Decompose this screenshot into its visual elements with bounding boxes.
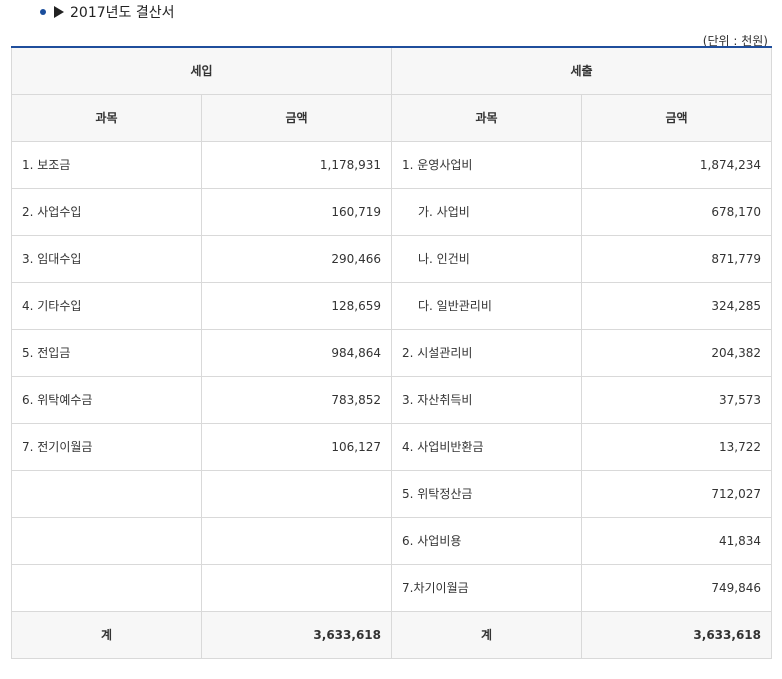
- expense-item: 3. 자산취득비: [391, 375, 582, 424]
- expense-subject-header: 과목: [391, 93, 582, 142]
- expense-item: 5. 위탁정산금: [391, 469, 582, 518]
- expense-amount: 41,834: [581, 516, 772, 565]
- table-row: 5. 전입금 984,864 2. 시설관리비 204,382: [11, 328, 772, 377]
- table-row: 6. 위탁예수금 783,852 3. 자산취득비 37,573: [11, 375, 772, 424]
- income-item: [11, 469, 202, 518]
- expense-item: 2. 시설관리비: [391, 328, 582, 377]
- expense-item: 6. 사업비용: [391, 516, 582, 565]
- expense-item: 나. 인건비: [391, 234, 582, 283]
- expense-item: 7.차기이월금: [391, 563, 582, 612]
- income-item: 4. 기타수입: [11, 281, 202, 330]
- expense-item: 가. 사업비: [391, 187, 582, 236]
- table-row: 7. 전기이월금 106,127 4. 사업비반환금 13,722: [11, 422, 772, 471]
- expense-amount: 37,573: [581, 375, 772, 424]
- expense-total-label: 계: [391, 610, 582, 659]
- income-total-label: 계: [11, 610, 202, 659]
- expense-item: 4. 사업비반환금: [391, 422, 582, 471]
- expense-amount: 1,874,234: [581, 140, 772, 189]
- table-row: 5. 위탁정산금 712,027: [11, 469, 772, 518]
- income-header: 세입: [11, 46, 392, 95]
- table-row: 6. 사업비용 41,834: [11, 516, 772, 565]
- income-amount: 984,864: [201, 328, 392, 377]
- income-amount: [201, 563, 392, 612]
- income-item: 2. 사업수입: [11, 187, 202, 236]
- income-item: [11, 516, 202, 565]
- income-total-amount: 3,633,618: [201, 610, 392, 659]
- table-subheader-row: 과목 금액 과목 금액: [11, 93, 772, 142]
- expense-amount: 712,027: [581, 469, 772, 518]
- expense-amount: 871,779: [581, 234, 772, 283]
- income-amount: 783,852: [201, 375, 392, 424]
- income-item: [11, 563, 202, 612]
- income-amount: 160,719: [201, 187, 392, 236]
- table-row: 2. 사업수입 160,719 가. 사업비 678,170: [11, 187, 772, 236]
- expense-total-amount: 3,633,618: [581, 610, 772, 659]
- income-amount: 1,178,931: [201, 140, 392, 189]
- income-item: 1. 보조금: [11, 140, 202, 189]
- expense-amount: 678,170: [581, 187, 772, 236]
- expense-amount: 749,846: [581, 563, 772, 612]
- income-amount: 128,659: [201, 281, 392, 330]
- expense-amount: 13,722: [581, 422, 772, 471]
- income-item: 3. 임대수입: [11, 234, 202, 283]
- income-item: 5. 전입금: [11, 328, 202, 377]
- table-header-row: 세입 세출: [11, 46, 772, 95]
- expense-item: 다. 일반관리비: [391, 281, 582, 330]
- income-subject-header: 과목: [11, 93, 202, 142]
- bullet-icon: [40, 9, 46, 15]
- expense-item: 1. 운영사업비: [391, 140, 582, 189]
- income-item: 7. 전기이월금: [11, 422, 202, 471]
- expense-amount: 324,285: [581, 281, 772, 330]
- table-row: 4. 기타수입 128,659 다. 일반관리비 324,285: [11, 281, 772, 330]
- income-amount: [201, 516, 392, 565]
- table-row: 1. 보조금 1,178,931 1. 운영사업비 1,874,234: [11, 140, 772, 189]
- income-amount: [201, 469, 392, 518]
- expense-header: 세출: [391, 46, 772, 95]
- section-heading: 2017년도 결산서: [40, 2, 174, 22]
- income-amount-header: 금액: [201, 93, 392, 142]
- page-title: 2017년도 결산서: [70, 5, 175, 21]
- income-amount: 106,127: [201, 422, 392, 471]
- income-item: 6. 위탁예수금: [11, 375, 202, 424]
- play-triangle-icon: [54, 6, 64, 18]
- table-row: 3. 임대수입 290,466 나. 인건비 871,779: [11, 234, 772, 283]
- table-row: 7.차기이월금 749,846: [11, 563, 772, 612]
- total-row: 계 3,633,618 계 3,633,618: [11, 610, 772, 659]
- expense-amount: 204,382: [581, 328, 772, 377]
- expense-amount-header: 금액: [581, 93, 772, 142]
- settlement-table: 세입 세출 과목 금액 과목 금액 1. 보조금 1,178,931 1. 운영…: [11, 46, 772, 659]
- income-amount: 290,466: [201, 234, 392, 283]
